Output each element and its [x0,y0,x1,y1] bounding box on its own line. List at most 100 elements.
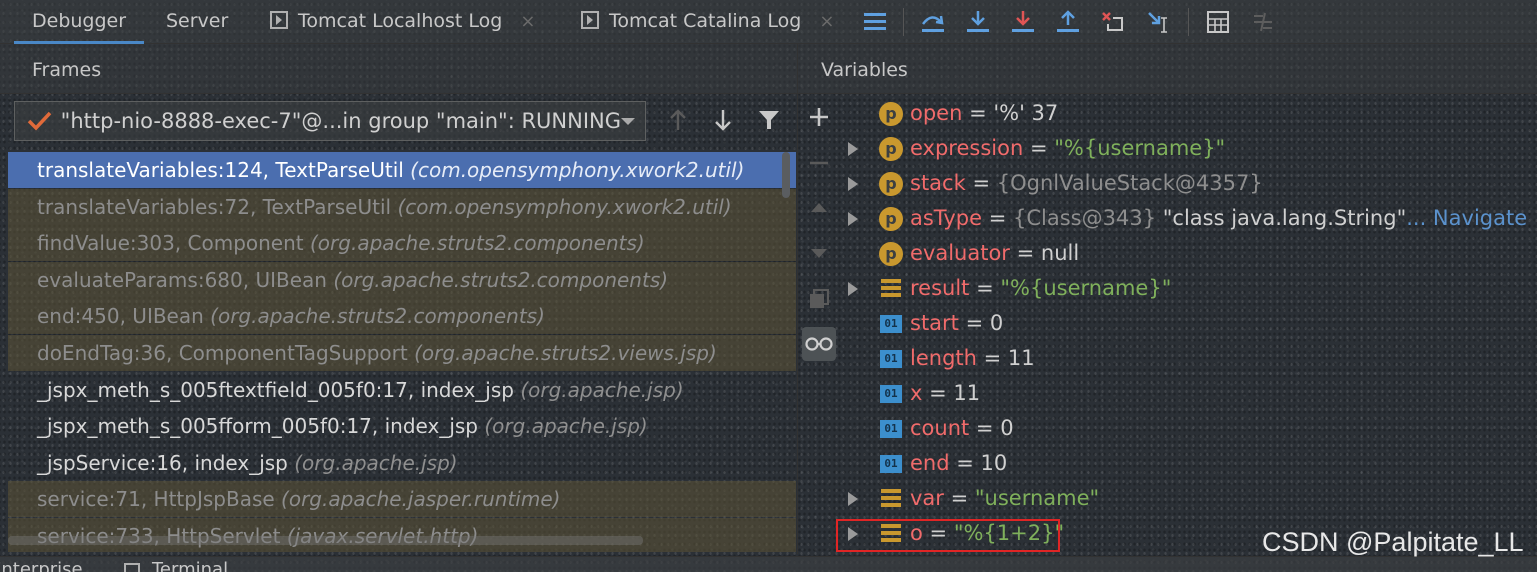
chevron-down-icon [621,117,635,125]
variable-value: '%' 37 [993,101,1059,125]
frame-package: (com.opensymphony.xwork2.util) [397,194,732,219]
tab-tomcat-catalina-log[interactable]: Tomcat Catalina Log × [581,0,834,44]
variable-row[interactable]: 01 x = 11 [840,376,1530,411]
navigate-link[interactable]: ... Navigate [1406,206,1527,230]
equals-sign: = [962,101,994,125]
variable-row[interactable]: p open = '%' 37 [840,96,1530,131]
terminal-icon [124,563,140,572]
expand-arrow-icon[interactable] [848,177,858,191]
stack-frame-row[interactable]: _jspService:16, index_jsp (org.apache.js… [8,445,796,481]
triangle-down-icon [811,249,827,258]
previous-frame-button[interactable] [662,104,694,136]
step-out-button[interactable] [1052,6,1084,38]
variable-row[interactable]: p asType = {Class@343} "class java.lang.S… [840,201,1530,236]
stack-frame-row[interactable]: translateVariables:124, TextParseUtil (c… [8,152,796,188]
plus-icon [810,108,828,126]
step-over-button[interactable] [917,6,949,38]
variables-side-toolbar [800,96,840,556]
console-icon [270,11,288,29]
terminal-tab[interactable]: Terminal [152,559,228,572]
tab-tomcat-localhost-log[interactable]: Tomcat Localhost Log × [270,0,535,44]
run-to-cursor-button[interactable] [1143,6,1175,38]
primitive-icon: 01 [880,350,902,368]
stack-frame-row[interactable]: _jspx_meth_s_005fform_005f0:17, index_js… [8,408,796,444]
stack-frame-row[interactable]: _jspx_meth_s_005ftextfield_005f0:17, ind… [8,372,796,408]
checkmark-icon [27,111,52,131]
variable-row[interactable]: 01 start = 0 [840,306,1530,341]
move-watch-up-button[interactable] [802,191,836,225]
drop-frame-button[interactable] [1097,6,1129,38]
variable-value: "%{username}" [1054,136,1226,160]
remove-watch-button[interactable] [802,146,836,180]
enterprise-tab[interactable]: Enterprise [0,559,83,572]
parameter-icon: p [879,242,903,266]
tab-debugger[interactable]: Debugger [14,0,145,44]
frame-method: _jspService:16, index_jsp [37,450,295,475]
frames-horizontal-scrollbar[interactable] [8,536,643,545]
close-icon[interactable]: × [819,11,834,32]
frame-package: (org.apache.struts2.components) [333,267,669,292]
evaluate-expression-button[interactable] [1202,6,1234,38]
variables-title: Variables [821,59,908,81]
variable-row[interactable]: 01 end = 10 [840,446,1530,481]
variable-name: var [910,486,944,510]
close-icon[interactable]: × [520,11,535,32]
parameter-icon: p [879,137,903,161]
next-frame-button[interactable] [707,104,739,136]
variable-row[interactable]: result = "%{username}" [840,271,1530,306]
frame-method: _jspx_meth_s_005ftextfield_005f0:17, ind… [37,377,521,402]
panel-divider[interactable] [797,44,798,554]
trace-current-stream-button[interactable] [1247,6,1279,38]
stack-frame-row[interactable]: service:733, HttpServlet (javax.servlet.… [8,518,796,552]
frame-method: _jspx_meth_s_005fform_005f0:17, index_js… [37,414,485,439]
step-into-button[interactable] [962,6,994,38]
stack-frame-row[interactable]: evaluateParams:680, UIBean (org.apache.s… [8,261,796,298]
move-watch-down-button[interactable] [802,236,836,270]
variable-row[interactable]: p stack = {OgnlValueStack@4357} [840,166,1530,201]
variable-row[interactable]: var = "username" [840,481,1530,516]
stack-frame-row[interactable]: service:71, HttpJspBase (org.apache.jasp… [8,481,796,518]
stack-frame-row[interactable]: translateVariables:72, TextParseUtil (co… [8,188,796,225]
triangle-up-icon [811,203,827,212]
variable-row[interactable]: 01 count = 0 [840,411,1530,446]
equals-sign: = [982,206,1013,230]
force-step-into-button[interactable] [1007,6,1039,38]
minus-icon [810,161,828,165]
variable-value: "username" [974,486,1100,510]
frame-method: findValue:303, Component [37,231,310,256]
stack-frame-row[interactable]: doEndTag:36, ComponentTagSupport (org.ap… [8,335,796,371]
show-execution-point-button[interactable] [859,6,891,38]
new-watch-button[interactable] [802,100,836,134]
variable-name: result [910,276,970,300]
variable-name: stack [910,171,966,195]
expand-arrow-icon[interactable] [848,142,858,156]
thread-selector-dropdown[interactable]: "http-nio-8888-exec-7"@...in group "main… [14,101,646,141]
watches-toggle-button[interactable] [802,327,836,361]
variable-value: null [1040,241,1080,265]
variable-name: start [910,311,959,335]
frame-method: end:450, UIBean [37,304,211,329]
equals-sign: = [965,171,997,195]
frames-vertical-scrollbar[interactable] [782,152,790,198]
frame-package: (com.opensymphony.xwork2.util) [410,158,745,182]
array-icon [881,279,901,299]
equals-sign: = [969,416,1001,440]
equals-sign: = [958,311,990,335]
variable-row[interactable]: p evaluator = null [840,236,1530,271]
expand-arrow-icon[interactable] [848,282,858,296]
equals-sign: = [976,346,1008,370]
annotation-highlight-box [836,519,1060,552]
expand-arrow-icon[interactable] [848,212,858,226]
copy-watch-button[interactable] [802,282,836,316]
parameter-icon: p [879,172,903,196]
filter-frames-button[interactable] [753,104,785,136]
variable-row[interactable]: 01 length = 11 [840,341,1530,376]
expand-arrow-icon[interactable] [848,492,858,506]
tab-server[interactable]: Server [166,0,228,44]
stack-frame-row[interactable]: findValue:303, Component (org.apache.str… [8,225,796,262]
tab-server-label: Server [166,10,229,32]
variable-row[interactable]: p expression = "%{username}" [840,131,1530,166]
stack-frame-row[interactable]: end:450, UIBean (org.apache.struts2.comp… [8,298,796,335]
frame-package: (org.apache.jsp) [294,450,458,475]
variable-value: 0 [1000,416,1014,440]
